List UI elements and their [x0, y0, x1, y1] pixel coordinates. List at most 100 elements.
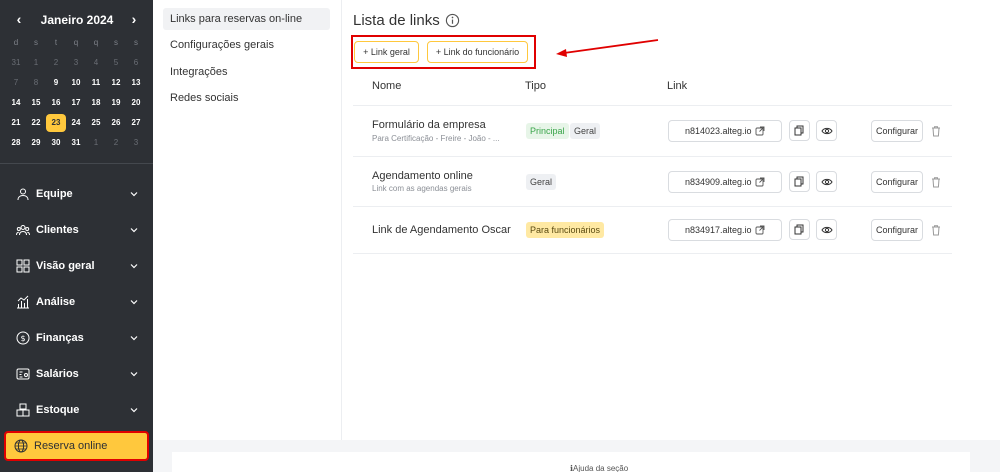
calendar-grid: d s t q q s s 31 1 2 3 4 5 6 7 8 9 10 11 12 13 14 15 16 17 18 19 20… [6, 33, 146, 153]
tag-principal: Principal [526, 123, 569, 139]
sidebar-item-visao[interactable]: Visão geral [0, 248, 153, 284]
calendar-month-title: Janeiro 2024 [40, 13, 114, 27]
sidebar-item-reserva-online[interactable]: Reserva online [4, 431, 149, 461]
calendar-day[interactable]: 5 [106, 54, 126, 72]
subnav-item-configuracoes[interactable]: Configurações gerais [163, 34, 330, 56]
calendar-day[interactable]: 13 [126, 74, 146, 92]
tag-para-funcionarios: Para funcionários [526, 222, 605, 238]
calendar-day[interactable]: 26 [106, 114, 126, 132]
preview-button[interactable] [816, 171, 837, 192]
calendar-day[interactable]: 8 [26, 74, 46, 92]
calendar-day[interactable]: 4 [86, 54, 106, 72]
calendar-day[interactable]: 10 [66, 74, 86, 92]
calendar-day[interactable]: 14 [6, 94, 26, 112]
configure-button[interactable]: Configurar [871, 120, 923, 142]
sidebar-divider [0, 163, 153, 164]
calendar-day-today[interactable]: 23 [46, 114, 66, 132]
calendar-day[interactable]: 16 [46, 94, 66, 112]
info-icon[interactable] [445, 13, 460, 28]
calendar-day[interactable]: 21 [6, 114, 26, 132]
add-link-funcionario-button[interactable]: + Link do funcionário [427, 41, 528, 63]
sidebar-item-equipe[interactable]: Equipe [0, 176, 153, 212]
chevron-down-icon [130, 228, 138, 233]
subnav-item-links[interactable]: Links para reservas on-line [163, 8, 330, 30]
calendar-day[interactable]: 1 [86, 134, 106, 152]
subnav-item-integracoes[interactable]: Integrações [163, 61, 330, 83]
link-box[interactable]: n834917.alteg.io [668, 219, 782, 241]
copy-button[interactable] [789, 219, 810, 240]
preview-button[interactable] [816, 120, 837, 141]
row-subtitle: Link com as agendas gerais [372, 184, 472, 193]
calendar-day[interactable]: 22 [26, 114, 46, 132]
preview-button[interactable] [816, 219, 837, 240]
calendar-day[interactable]: 1 [26, 54, 46, 72]
calendar-day[interactable]: 15 [26, 94, 46, 112]
calendar-day[interactable]: 11 [86, 74, 106, 92]
plus-icon: + [363, 47, 371, 57]
tag-geral: Geral [570, 123, 601, 139]
table-row: Formulário da empresa Para Certificação … [353, 105, 952, 153]
table-row: Agendamento online Link com as agendas g… [353, 156, 952, 204]
add-link-geral-label: Link geral [370, 47, 410, 57]
section-help-link[interactable]: ℹAjuda da seção [570, 464, 628, 472]
sidebar-item-clientes[interactable]: Clientes [0, 212, 153, 248]
calendar-day[interactable]: 9 [46, 74, 66, 92]
calendar-day[interactable]: 12 [106, 74, 126, 92]
calendar-day[interactable]: 25 [86, 114, 106, 132]
calendar-day[interactable]: 7 [6, 74, 26, 92]
annotation-arrow [556, 39, 659, 57]
chevron-right-icon[interactable]: › [127, 12, 141, 26]
calendar-day[interactable]: 2 [106, 134, 126, 152]
user-icon [17, 188, 29, 201]
calendar-day[interactable]: 19 [106, 94, 126, 112]
calendar-day[interactable]: 20 [126, 94, 146, 112]
add-link-funcionario-label: Link do funcionário [443, 47, 520, 57]
sidebar-item-label: Visão geral [36, 260, 95, 272]
chevron-down-icon [130, 408, 138, 413]
column-header-nome: Nome [372, 80, 402, 92]
calendar-day[interactable]: 28 [6, 134, 26, 152]
sidebar-item-salarios[interactable]: Salários [0, 356, 153, 392]
calendar-day[interactable]: 3 [126, 134, 146, 152]
calendar-day[interactable]: 30 [46, 134, 66, 152]
add-link-geral-button[interactable]: + Link geral [354, 41, 419, 63]
calendar-day[interactable]: 17 [66, 94, 86, 112]
trash-icon[interactable] [930, 125, 942, 137]
trash-icon[interactable] [930, 176, 942, 188]
calendar-weekday: q [73, 38, 79, 47]
chevron-down-icon [130, 264, 138, 269]
calendar-week-row: 21 22 23 24 25 26 27 [6, 113, 146, 133]
copy-button[interactable] [789, 120, 810, 141]
chevron-left-icon[interactable]: ‹ [12, 12, 26, 26]
calendar-day[interactable]: 27 [126, 114, 146, 132]
calendar-day[interactable]: 18 [86, 94, 106, 112]
link-box[interactable]: n814023.alteg.io [668, 120, 782, 142]
calendar-day[interactable]: 31 [6, 54, 26, 72]
sidebar-item-label: Análise [36, 296, 76, 308]
sidebar-item-label: Clientes [36, 224, 79, 236]
calendar-day[interactable]: 3 [66, 54, 86, 72]
calendar-weekday: s [34, 38, 38, 47]
calendar-day[interactable]: 31 [66, 134, 86, 152]
copy-icon [794, 176, 804, 187]
sidebar-item-financas[interactable]: $ Finanças [0, 320, 153, 356]
calendar-header: ‹ Janeiro 2024 › [0, 8, 153, 30]
external-link-icon [755, 177, 765, 187]
external-link-icon [755, 225, 765, 235]
calendar-day[interactable]: 24 [66, 114, 86, 132]
subnav-item-redes-sociais[interactable]: Redes sociais [163, 87, 330, 109]
link-url: n834909.alteg.io [685, 177, 752, 187]
configure-button[interactable]: Configurar [871, 219, 923, 241]
link-box[interactable]: n834909.alteg.io [668, 171, 782, 193]
configure-button[interactable]: Configurar [871, 171, 923, 193]
calendar-day[interactable]: 6 [126, 54, 146, 72]
calendar-day[interactable]: 29 [26, 134, 46, 152]
calendar-day[interactable]: 2 [46, 54, 66, 72]
sidebar-item-analise[interactable]: Análise [0, 284, 153, 320]
copy-button[interactable] [789, 171, 810, 192]
calendar-weekday-row: dstqqss [6, 33, 146, 53]
sidebar-item-estoque[interactable]: Estoque [0, 392, 153, 428]
row-name: Link de Agendamento Oscar [372, 224, 511, 236]
tag-geral: Geral [526, 174, 557, 190]
trash-icon[interactable] [930, 224, 942, 236]
